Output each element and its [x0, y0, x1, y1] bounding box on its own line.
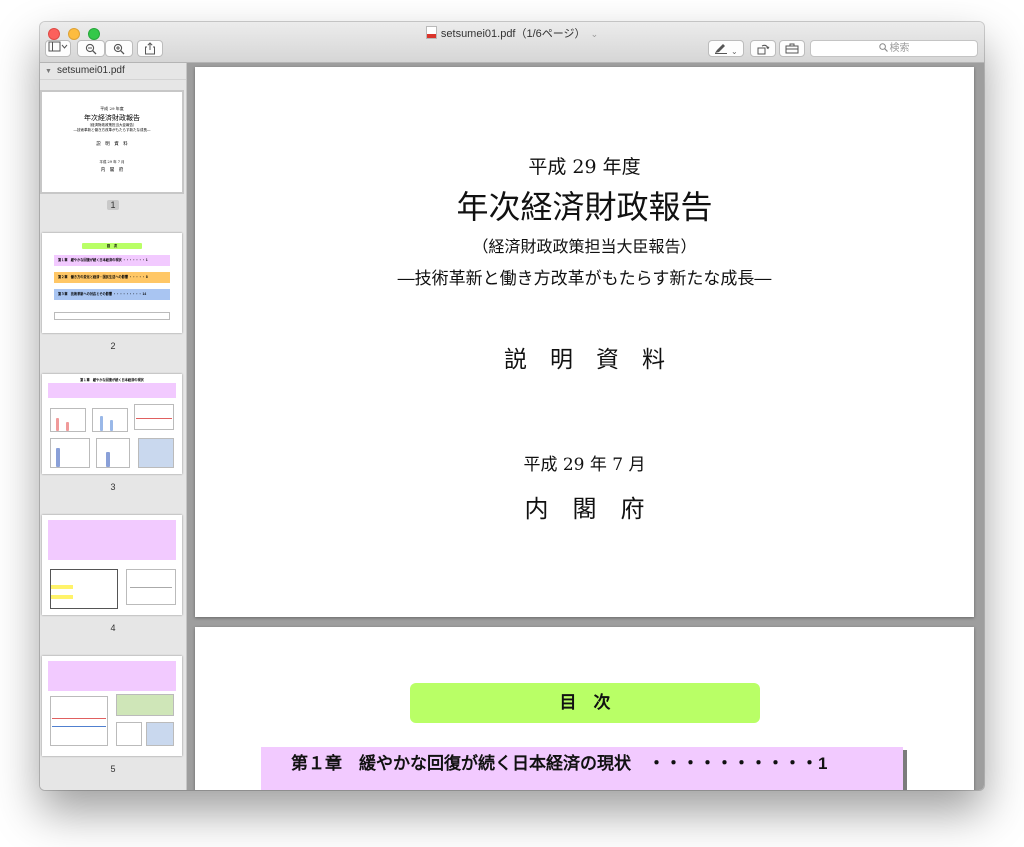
window-title[interactable]: setsumei01.pdf（1/6ページ） ⌄	[40, 25, 984, 41]
share-icon	[145, 42, 155, 55]
rotate-button[interactable]	[750, 40, 776, 57]
thumb1-org: 内 閣 府	[100, 168, 124, 173]
disclosure-triangle-icon[interactable]: ▼	[45, 68, 52, 75]
markup-pen-button[interactable]: ⌄	[708, 40, 744, 57]
page-number-4: 4	[110, 623, 116, 633]
search-field[interactable]: 検索	[810, 40, 978, 57]
cover-doc-type: 説 明 資 料	[504, 347, 665, 373]
thumb3-chart-c	[134, 404, 174, 430]
sidebar-toggle-button[interactable]	[45, 40, 71, 57]
page-number-1: 1	[40, 200, 186, 210]
zoom-in-icon	[113, 43, 125, 55]
thumb3-bar	[56, 418, 59, 431]
thumb5-line	[52, 718, 106, 719]
thumb1-title: 年次経済財政報告	[84, 114, 140, 122]
page-1: 平成 29 年度 年次経済財政報告 （経済財政政策担当大臣報告） ―技術革新と働…	[195, 67, 974, 617]
thumb4-summary-box	[48, 520, 176, 560]
thumb5-chart-b	[116, 694, 174, 716]
thumb3-line	[136, 418, 172, 419]
cover-date: 平成 29 年 7 月	[523, 455, 646, 475]
pen-icon	[715, 44, 728, 54]
thumb2-note-box	[54, 312, 170, 320]
chevron-down-icon: ⌄	[590, 29, 599, 39]
page-thumbnail-5[interactable]	[42, 656, 182, 756]
thumb1-date: 平成 29 年 7 月	[99, 160, 125, 164]
thumb2-ch2: 第２章 働き方の変化と経済・国民生活への影響 ・・・・・ 8	[54, 272, 170, 283]
thumb5-chart-a	[50, 696, 108, 746]
page-2: 目 次 第１章 緩やかな回復が続く日本経済の現状 ・・・・・・・・・・1	[195, 627, 974, 790]
thumb3-chart-f	[138, 438, 174, 468]
page-thumbnail-4[interactable]	[42, 515, 182, 615]
page-number-5: 5	[110, 764, 116, 774]
thumb5-summary-box	[48, 661, 176, 691]
sidebar-icon	[48, 41, 68, 52]
zoom-out-icon	[85, 43, 97, 55]
rotate-icon	[757, 44, 769, 55]
page-number-3: 3	[110, 482, 116, 492]
sidebar-file-label: setsumei01.pdf	[56, 65, 125, 76]
cover-org: 内 閣 府	[524, 495, 645, 523]
cover-tagline: ―技術革新と働き方改革がもたらす新たな成長―	[397, 269, 772, 289]
cover-title: 年次経済財政報告	[456, 188, 713, 226]
thumb3-bar	[110, 420, 113, 431]
thumb3-chart-e	[96, 438, 130, 468]
thumb5-line	[52, 726, 106, 727]
thumb4-highlight	[51, 585, 73, 589]
cover-subtitle: （経済財政政策担当大臣報告）	[472, 237, 697, 256]
document-view[interactable]: 平成 29 年度 年次経済財政報告 （経済財政政策担当大臣報告） ―技術革新と働…	[187, 63, 984, 790]
thumb3-summary-box	[48, 383, 176, 398]
thumb5-chart-c	[116, 722, 142, 746]
search-icon	[878, 43, 888, 52]
window-title-text: setsumei01.pdf（1/6ページ）	[440, 28, 586, 40]
thumb3-bar	[100, 416, 103, 431]
thumb5-chart-d	[146, 722, 174, 746]
page-thumbnail-1[interactable]: 平成 29 年度 年次経済財政報告 （経済財政政策担当大臣報告） ―技術革新と働…	[42, 92, 182, 192]
sidebar-file-header[interactable]: ▼ setsumei01.pdf	[40, 63, 186, 80]
thumb2-ch3: 第３章 技術革新への対応とその影響 ・・・・・・・・・ 14	[54, 289, 170, 300]
thumb4-line	[130, 587, 172, 588]
page-number-2: 2	[110, 341, 116, 351]
thumb2-ch1: 第１章 緩やかな回復が続く日本経済の現状 ・・・・・・・ 1	[54, 255, 170, 266]
share-button[interactable]	[137, 40, 163, 57]
thumb2-title: 目 次	[82, 243, 142, 249]
preview-window: setsumei01.pdf（1/6ページ） ⌄ ⌄ 検索 ▼ setsumei…	[40, 22, 984, 790]
thumb1-doctype: 説 明 資 料	[96, 142, 128, 147]
thumbnail-sidebar[interactable]: ▼ setsumei01.pdf 平成 29 年度 年次経済財政報告 （経済財政政…	[40, 63, 187, 790]
thumb3-title: 第１章 緩やかな回復が続く日本経済の現状	[80, 378, 144, 382]
thumb4-table	[50, 569, 118, 609]
zoom-in-button[interactable]	[105, 40, 133, 57]
zoom-out-button[interactable]	[77, 40, 105, 57]
thumb3-bar	[66, 422, 69, 431]
toolbox-icon	[785, 43, 799, 54]
page-thumbnail-2[interactable]: 目 次 第１章 緩やかな回復が続く日本経済の現状 ・・・・・・・ 1 第２章 働…	[42, 233, 182, 333]
page-thumbnail-3[interactable]: 第１章 緩やかな回復が続く日本経済の現状	[42, 374, 182, 474]
cover-year: 平成 29 年度	[528, 156, 641, 178]
thumb4-highlight	[51, 595, 73, 599]
toc-chapter-1[interactable]: 第１章 緩やかな回復が続く日本経済の現状 ・・・・・・・・・・1	[261, 747, 903, 790]
pdf-file-icon	[425, 26, 437, 39]
markup-toolbox-button[interactable]	[779, 40, 805, 57]
thumb1-year: 平成 29 年度	[100, 106, 124, 111]
search-placeholder: 検索	[889, 43, 910, 54]
toc-title: 目 次	[410, 683, 760, 723]
thumb3-bar	[56, 448, 60, 467]
chevron-down-icon: ⌄	[731, 47, 738, 56]
thumb1-tagline: ―技術革新と働き方改革がもたらす新たな成長―	[73, 128, 151, 132]
title-bar: setsumei01.pdf（1/6ページ） ⌄ ⌄ 検索	[40, 22, 984, 63]
thumb3-bar	[106, 452, 110, 467]
